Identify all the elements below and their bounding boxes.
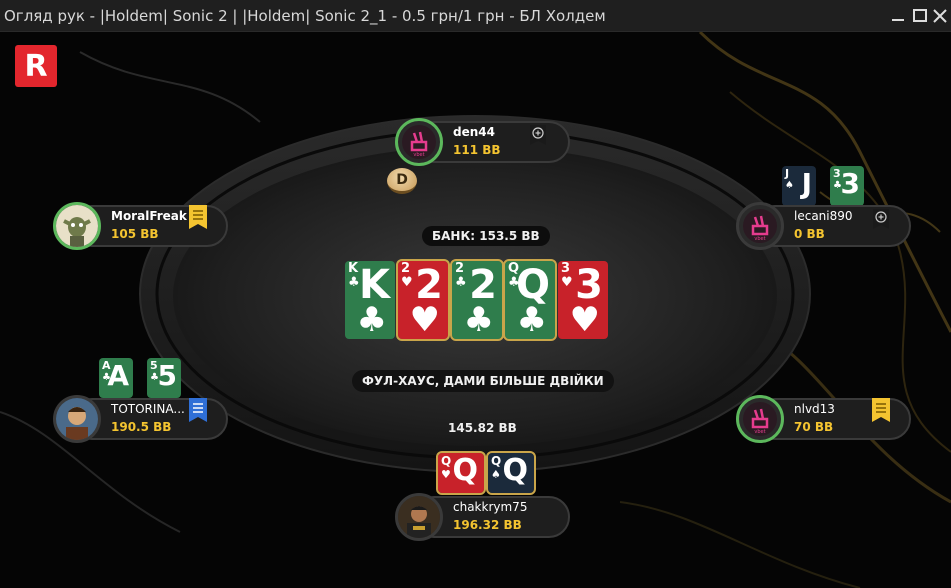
title-bar: Огляд рук - |Holdem| Sonic 2 | |Holdem| …: [0, 0, 951, 32]
window-title: Огляд рук - |Holdem| Sonic 2 | |Holdem| …: [4, 7, 606, 25]
seat-lecani890[interactable]: vbet lecani890 0 BB: [736, 202, 911, 250]
player-stack: 105 BB: [111, 227, 159, 241]
hero-card-1: Q ♥ Q: [436, 451, 486, 495]
player-name: den44: [453, 125, 495, 139]
avatar: [53, 202, 101, 250]
player-avatar-icon: [56, 398, 98, 440]
board-card-4: Q ♣ Q ♣: [503, 259, 557, 341]
seat-moralfreak[interactable]: MoralFreak 105 BB: [53, 202, 228, 250]
close-icon[interactable]: [930, 6, 950, 26]
hole-card-lecani-2: 3 ♣ 3: [830, 166, 864, 206]
svg-text:vbet: vbet: [413, 152, 424, 158]
board-card-2: 2 ♥ 2 ♥: [396, 259, 450, 341]
avatar: vbet: [395, 118, 443, 166]
avatar: [395, 493, 443, 541]
avatar: [53, 395, 101, 443]
svg-text:vbet: vbet: [754, 429, 765, 435]
seat-nlvd13[interactable]: vbet nlvd13 70 BB: [736, 395, 911, 443]
seat-chakkrym75[interactable]: chakkrym75 196.32 BB: [395, 493, 570, 541]
hero-card-2: Q ♠ Q: [486, 451, 536, 495]
seat-totorina[interactable]: TOTORINA... 190.5 BB: [53, 395, 228, 443]
player-name: MoralFreak: [111, 209, 187, 223]
player-name: chakkrym75: [453, 500, 528, 514]
seat-den44[interactable]: vbet den44 111 BB: [395, 118, 570, 166]
board-card-3: 2 ♣ 2 ♣: [450, 259, 504, 341]
hole-card-totorina-1: A ♣ A: [99, 358, 133, 398]
goblin-avatar-icon: [56, 205, 98, 247]
player-avatar-icon: [398, 496, 440, 538]
bookmark-note-icon[interactable]: [189, 205, 207, 229]
plus-circle-icon[interactable]: [872, 209, 890, 231]
bookmark-note-icon[interactable]: [872, 398, 890, 422]
player-stack: 111 BB: [453, 143, 501, 157]
svg-text:vbet: vbet: [754, 236, 765, 242]
board-card-1: K ♣ K ♣: [345, 261, 395, 339]
board-card-5: 3 ♥ 3 ♥: [558, 261, 608, 339]
plus-circle-icon[interactable]: [529, 125, 547, 147]
hole-card-totorina-2: 5 ♣ 5: [147, 358, 181, 398]
vbet-avatar-icon: vbet: [402, 125, 436, 159]
bookmark-note-icon[interactable]: [189, 398, 207, 422]
player-stack: 196.32 BB: [453, 518, 522, 532]
avatar: vbet: [736, 202, 784, 250]
player-stack: 190.5 BB: [111, 420, 172, 434]
hero-bet-amount: 145.82 BB: [448, 421, 517, 435]
hand-result-label: ФУЛ-ХАУС, ДАМИ БІЛЬШЕ ДВІЙКИ: [352, 370, 614, 392]
player-name: TOTORINA...: [111, 402, 185, 416]
pot-label: БАНК: 153.5 BB: [422, 226, 550, 246]
player-name: lecani890: [794, 209, 853, 223]
hole-card-lecani-1: J ♠ J: [782, 166, 816, 206]
avatar: vbet: [736, 395, 784, 443]
maximize-icon[interactable]: [910, 6, 930, 26]
dealer-button: D: [387, 168, 417, 194]
poker-table-view: R БАНК: 153.5 BB K ♣ K ♣ 2 ♥ 2 ♥ 2 ♣ 2 ♣…: [0, 32, 951, 588]
vbet-avatar-icon: vbet: [743, 209, 777, 243]
player-stack: 0 BB: [794, 227, 825, 241]
vbet-avatar-icon: vbet: [743, 402, 777, 436]
minimize-icon[interactable]: [888, 6, 908, 26]
brand-logo: R: [15, 45, 57, 87]
player-name: nlvd13: [794, 402, 835, 416]
player-stack: 70 BB: [794, 420, 834, 434]
